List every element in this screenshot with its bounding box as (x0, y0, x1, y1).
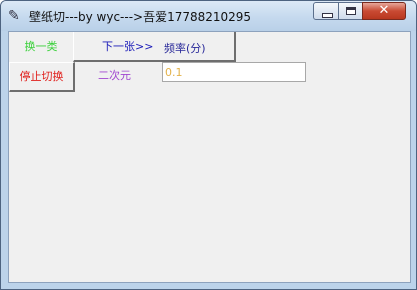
close-button[interactable]: ✕ (362, 2, 406, 20)
stop-switching-button[interactable]: 停止切换 (9, 62, 75, 92)
frequency-label: 频率(分) (164, 42, 206, 55)
app-window: ✎ 壁纸切---by wyc--->吾爱17788210295 ✕ 换一类 下一… (0, 0, 417, 290)
feather-icon: ✎ (8, 8, 20, 24)
maximize-icon (346, 7, 356, 15)
maximize-button[interactable] (338, 2, 363, 20)
close-icon: ✕ (378, 3, 390, 18)
window-title: 壁纸切---by wyc--->吾爱17788210295 (29, 10, 252, 24)
minimize-button[interactable] (313, 2, 339, 20)
switch-category-button[interactable]: 换一类 (9, 32, 73, 62)
category-label: 二次元 (98, 69, 131, 82)
client-area: 换一类 下一张>> 频率(分) 停止切换 二次元 (8, 31, 411, 283)
next-wallpaper-button[interactable]: 下一张>> (73, 32, 236, 62)
title-bar[interactable]: ✎ 壁纸切---by wyc--->吾爱17788210295 ✕ (1, 1, 416, 31)
frequency-input[interactable] (162, 62, 306, 82)
minimize-icon (322, 13, 333, 18)
